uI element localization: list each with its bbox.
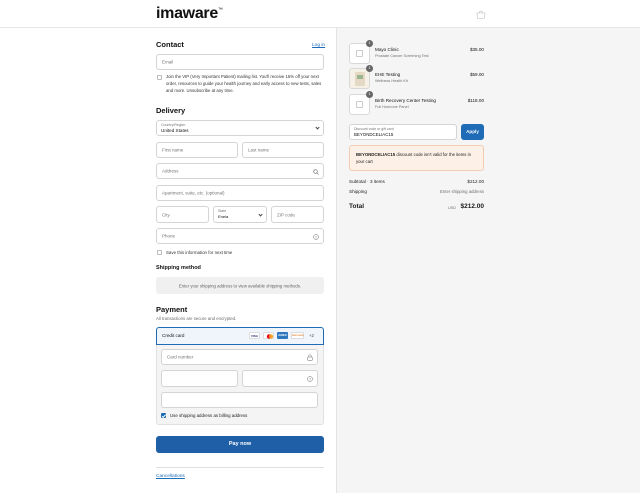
item-subtitle: Full Hormone Panel xyxy=(375,105,409,109)
item-name: Birth Recovery Center Testing xyxy=(375,98,436,103)
item-price: $35.00 xyxy=(469,47,484,52)
total-value: $212.00 xyxy=(460,203,485,210)
address-field[interactable]: Address xyxy=(156,163,324,179)
state-label: State xyxy=(218,209,227,213)
apartment-field[interactable]: Apartment, suite, etc. (optional) xyxy=(156,185,324,201)
billing-same-checkbox[interactable] xyxy=(161,413,166,418)
zip-placeholder: ZIP code xyxy=(277,212,295,217)
item-name: Mayo Clinic xyxy=(375,47,399,52)
help-icon[interactable]: ? xyxy=(307,376,313,382)
svg-text:?: ? xyxy=(309,377,311,381)
vip-checkbox[interactable] xyxy=(157,75,162,80)
contact-heading: Contact xyxy=(156,40,184,49)
discover-icon: DISCOVER xyxy=(291,332,304,339)
last-name-field[interactable]: Last name xyxy=(242,142,324,158)
name-on-card-field[interactable] xyxy=(161,392,318,408)
country-value: United States xyxy=(161,128,189,133)
item-subtitle: Wellness Health Kit xyxy=(375,79,408,83)
item-price: $118.00 xyxy=(467,98,484,103)
chevron-down-icon xyxy=(258,211,263,217)
apartment-placeholder: Apartment, suite, etc. (optional) xyxy=(162,190,225,196)
pay-now-button[interactable]: Pay now xyxy=(156,436,324,453)
country-label: Country/Region xyxy=(161,123,186,127)
subtotal-value: $212.00 xyxy=(467,179,484,184)
svg-text:?: ? xyxy=(315,235,317,239)
error-code: BEYONDCELIAC15 xyxy=(356,152,396,157)
payment-subtitle: All transactions are secure and encrypte… xyxy=(156,316,237,321)
card-number-placeholder: Card number xyxy=(167,354,194,360)
delivery-heading: Delivery xyxy=(156,106,186,115)
expiration-field[interactable] xyxy=(161,370,238,387)
discount-code-field[interactable]: Discount code or gift card BEYONDCELIAC1… xyxy=(349,124,457,140)
save-info-label: Save this information for next time xyxy=(166,250,233,255)
item-quantity-badge: 1 xyxy=(366,65,373,72)
vip-text: Join the VIP (Very Important Patient) ma… xyxy=(166,74,322,93)
save-info-checkbox[interactable] xyxy=(157,250,162,255)
search-icon xyxy=(313,168,319,175)
state-select[interactable]: State Enela xyxy=(213,206,267,223)
email-field[interactable]: Email xyxy=(156,54,324,70)
header: imaware™ xyxy=(0,0,640,28)
login-link[interactable]: Log in xyxy=(312,43,325,48)
state-value: Enela xyxy=(218,214,229,219)
item-quantity-badge: 1 xyxy=(366,40,373,47)
shipping-method-message: Enter your shipping address to view avai… xyxy=(178,283,302,288)
payment-heading: Payment xyxy=(156,305,188,314)
discount-error-message: BEYONDCELIAC15 discount code isn't valid… xyxy=(349,145,484,171)
bag-icon[interactable] xyxy=(476,10,486,19)
visa-icon: VISA xyxy=(249,332,260,339)
zip-field[interactable]: ZIP code xyxy=(271,206,324,223)
first-name-placeholder: First name xyxy=(162,147,184,153)
shipping-value: Enter shipping address xyxy=(440,189,484,194)
shipping-label: Shipping xyxy=(349,189,367,194)
first-name-field[interactable]: First name xyxy=(156,142,238,158)
phone-field[interactable]: Phone ? xyxy=(156,228,324,244)
lock-icon xyxy=(307,354,313,361)
subtotal-label: Subtotal · 3 items xyxy=(349,179,385,184)
item-name: EHE Testing xyxy=(375,72,401,77)
chevron-down-icon xyxy=(315,125,320,130)
footer-divider xyxy=(156,467,324,468)
email-placeholder: Email xyxy=(162,59,174,65)
shipping-method-heading: Shipping method xyxy=(156,265,201,271)
city-field[interactable]: City xyxy=(156,206,209,223)
amex-icon: AMEX xyxy=(277,332,288,339)
security-code-field[interactable]: ? xyxy=(242,370,318,387)
imaware-logo[interactable]: imaware™ xyxy=(156,5,223,23)
item-price: $59.00 xyxy=(469,72,484,77)
last-name-placeholder: Last name xyxy=(248,147,270,153)
shipping-method-placeholder-box: Enter your shipping address to view avai… xyxy=(156,277,324,294)
city-placeholder: City xyxy=(162,212,170,217)
total-label: Total xyxy=(349,203,365,210)
apply-button[interactable]: Apply xyxy=(461,124,484,140)
help-icon[interactable]: ? xyxy=(313,233,319,240)
discount-value: BEYONDCELIAC15 xyxy=(354,132,394,137)
item-quantity-badge: 1 xyxy=(366,91,373,98)
card-number-field[interactable]: Card number xyxy=(161,349,318,365)
address-placeholder: Address xyxy=(162,168,179,174)
cancellations-link[interactable]: Cancellations xyxy=(156,474,185,479)
phone-placeholder: Phone xyxy=(162,233,176,239)
more-brands-count: +2 xyxy=(309,333,314,338)
item-subtitle: Prostate Cancer Screening Test xyxy=(375,54,429,58)
mastercard-icon: MC xyxy=(263,332,274,339)
billing-same-label: Use shipping address as billing address xyxy=(170,413,248,418)
country-select[interactable]: Country/Region United States xyxy=(156,120,324,136)
credit-card-label: Credit card xyxy=(162,333,185,338)
discount-label: Discount code or gift card xyxy=(354,127,394,131)
